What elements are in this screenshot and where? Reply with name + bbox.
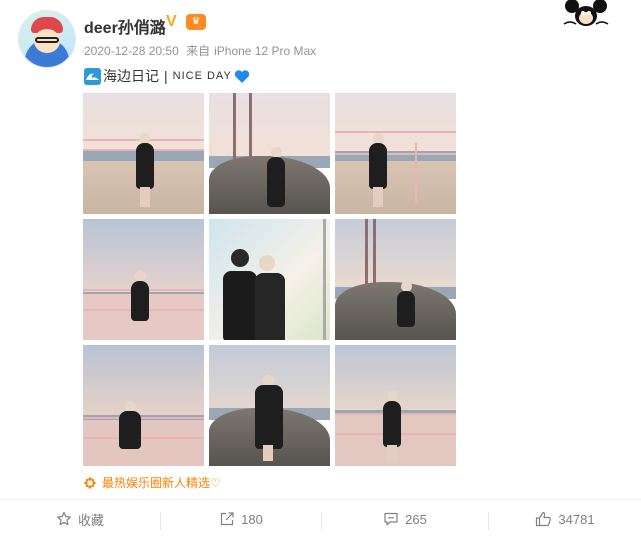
source-prefix: 来自 xyxy=(186,44,211,58)
wave-emoji-icon xyxy=(84,67,101,85)
topic-tag[interactable]: 最热娱乐圈新人精选♡ xyxy=(84,474,221,491)
like-count: 34781 xyxy=(558,511,595,527)
username[interactable]: deer孙俏潞 xyxy=(84,14,166,38)
photo-thumbnail[interactable] xyxy=(83,219,204,340)
blue-heart-icon xyxy=(234,69,249,83)
photo-thumbnail[interactable] xyxy=(335,219,456,340)
avatar-glasses xyxy=(35,37,59,43)
photo-thumbnail[interactable] xyxy=(83,345,204,466)
favorite-button[interactable]: 收藏 xyxy=(0,500,160,538)
photo-thumbnail[interactable] xyxy=(209,219,330,340)
share-icon xyxy=(221,512,234,526)
post-text: 海边日记 | NICE DAY xyxy=(84,66,250,86)
comment-button[interactable]: 265 xyxy=(322,500,488,538)
avatar[interactable] xyxy=(18,10,76,68)
post-title: 海边日记 xyxy=(103,68,159,84)
photo-grid xyxy=(83,93,456,466)
repost-button[interactable]: 180 xyxy=(161,500,321,538)
photo-thumbnail[interactable] xyxy=(83,93,204,214)
like-button[interactable]: 34781 xyxy=(489,500,641,538)
mickey-mouse-icon xyxy=(563,0,609,26)
topic-tag-label: 最热娱乐圈新人精选♡ xyxy=(102,476,221,490)
level-badge-icon: ♛ xyxy=(186,14,206,30)
thumbs-up-icon xyxy=(536,511,552,527)
favorite-label: 收藏 xyxy=(77,512,104,528)
star-icon xyxy=(56,511,71,526)
post-datetime[interactable]: 2020-12-28 20:50 xyxy=(84,44,179,58)
post-tagline: NICE DAY xyxy=(172,70,232,82)
comment-count: 265 xyxy=(405,511,427,527)
source-device: iPhone 12 Pro Max xyxy=(214,44,317,58)
photo-thumbnail[interactable] xyxy=(335,345,456,466)
photo-thumbnail[interactable] xyxy=(335,93,456,214)
flower-icon xyxy=(84,476,96,489)
repost-count: 180 xyxy=(241,511,263,527)
post-meta: 2020-12-28 20:50 来自 iPhone 12 Pro Max xyxy=(84,42,320,59)
photo-thumbnail[interactable] xyxy=(209,345,330,466)
post-separator: | xyxy=(164,68,168,84)
photo-thumbnail[interactable] xyxy=(209,93,330,214)
verified-badge-icon: V xyxy=(166,13,177,30)
action-bar: 收藏 180 265 34781 xyxy=(0,500,641,538)
comment-icon xyxy=(384,512,398,526)
